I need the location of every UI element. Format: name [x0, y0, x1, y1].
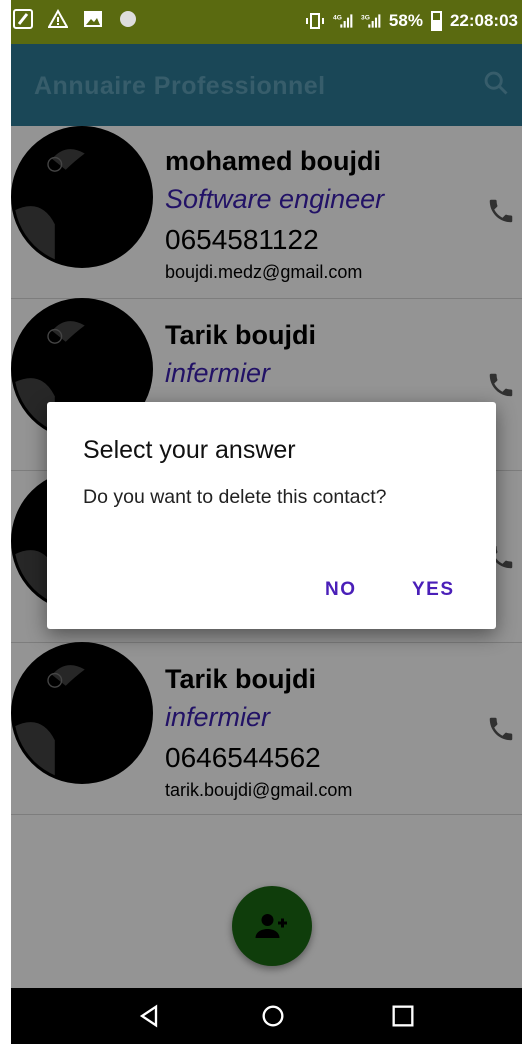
battery-icon [430, 11, 442, 31]
delete-confirm-dialog: Select your answer Do you want to delete… [47, 402, 496, 629]
image-icon [84, 11, 102, 27]
status-bar: 4G 3G 58% 22:08:03 [11, 0, 522, 44]
yes-button[interactable]: YES [412, 579, 455, 601]
warning-icon [48, 9, 68, 28]
edit-notification-icon [13, 9, 33, 29]
home-icon[interactable] [259, 1002, 287, 1030]
circle-notification-icon [120, 11, 136, 27]
battery-percent: 58% [388, 11, 423, 30]
svg-text:3G: 3G [361, 14, 370, 21]
signal-3g-icon: 3G [361, 14, 381, 28]
dialog-message: Do you want to delete this contact? [83, 486, 387, 508]
dialog-title: Select your answer [83, 436, 296, 464]
recents-icon[interactable] [389, 1002, 417, 1030]
no-button[interactable]: NO [325, 579, 357, 601]
signal-4g-icon: 4G [333, 14, 353, 28]
back-icon[interactable] [135, 1002, 163, 1030]
vibrate-icon [305, 13, 324, 29]
navigation-bar [11, 988, 522, 1044]
svg-text:4G: 4G [333, 14, 342, 21]
clock: 22:08:03 [449, 11, 518, 30]
